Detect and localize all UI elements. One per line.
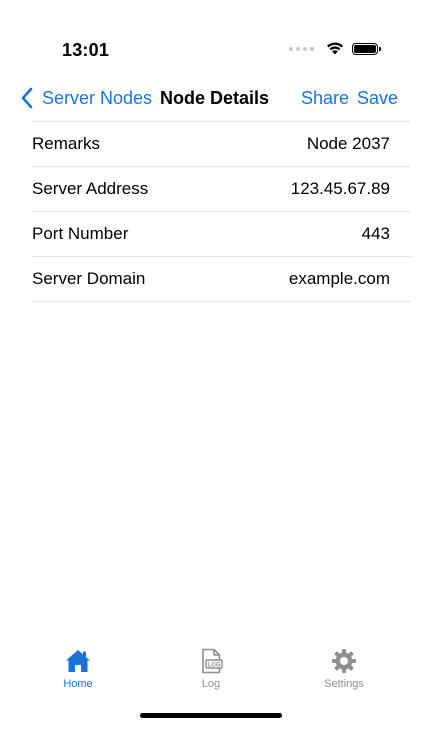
tab-log-label: Log	[201, 678, 221, 690]
node-details-list: Remarks Node 2037 Server Address 123.45.…	[32, 121, 411, 302]
home-icon	[66, 650, 90, 672]
list-row-server-domain[interactable]: Server Domain example.com	[32, 257, 411, 302]
share-button[interactable]: Share	[301, 88, 349, 109]
status-time: 13:01	[62, 40, 110, 60]
row-label: Server Address	[32, 179, 149, 198]
tab-settings[interactable]: Settings	[304, 648, 384, 690]
home-indicator	[140, 713, 282, 718]
tab-settings-label: Settings	[324, 678, 364, 690]
tab-bar: Home LOG Log Settings	[0, 640, 422, 700]
row-value: 123.45.67.89	[290, 179, 390, 198]
row-value: 443	[361, 224, 390, 243]
tab-log[interactable]: LOG Log	[171, 648, 251, 690]
row-value: Node 2037	[306, 134, 390, 153]
navigation-bar: Server Nodes Node Details Share Save	[0, 80, 422, 120]
tab-home-label: Home	[63, 678, 93, 690]
status-icons	[289, 42, 381, 55]
list-row-server-address[interactable]: Server Address 123.45.67.89	[32, 167, 411, 212]
row-label: Port Number	[32, 224, 129, 243]
battery-icon	[352, 42, 381, 55]
back-button-label: Server Nodes	[42, 87, 153, 108]
page-title: Node Details	[160, 88, 270, 108]
log-icon: LOG	[202, 648, 223, 674]
save-button[interactable]: Save	[357, 88, 398, 109]
status-bar: 13:01	[0, 0, 422, 80]
row-label: Server Domain	[32, 269, 146, 288]
list-row-port-number[interactable]: Port Number 443	[32, 212, 411, 257]
svg-text:LOG: LOG	[208, 663, 221, 669]
chevron-left-icon	[21, 87, 33, 109]
back-button[interactable]: Server Nodes	[18, 86, 152, 110]
tab-home[interactable]: Home	[38, 648, 118, 690]
row-label: Remarks	[32, 134, 101, 153]
list-row-remarks[interactable]: Remarks Node 2037	[32, 122, 411, 167]
row-value: example.com	[288, 269, 390, 288]
gear-icon	[332, 649, 356, 673]
cellular-signal-icon	[289, 46, 314, 51]
wifi-icon	[327, 42, 343, 55]
